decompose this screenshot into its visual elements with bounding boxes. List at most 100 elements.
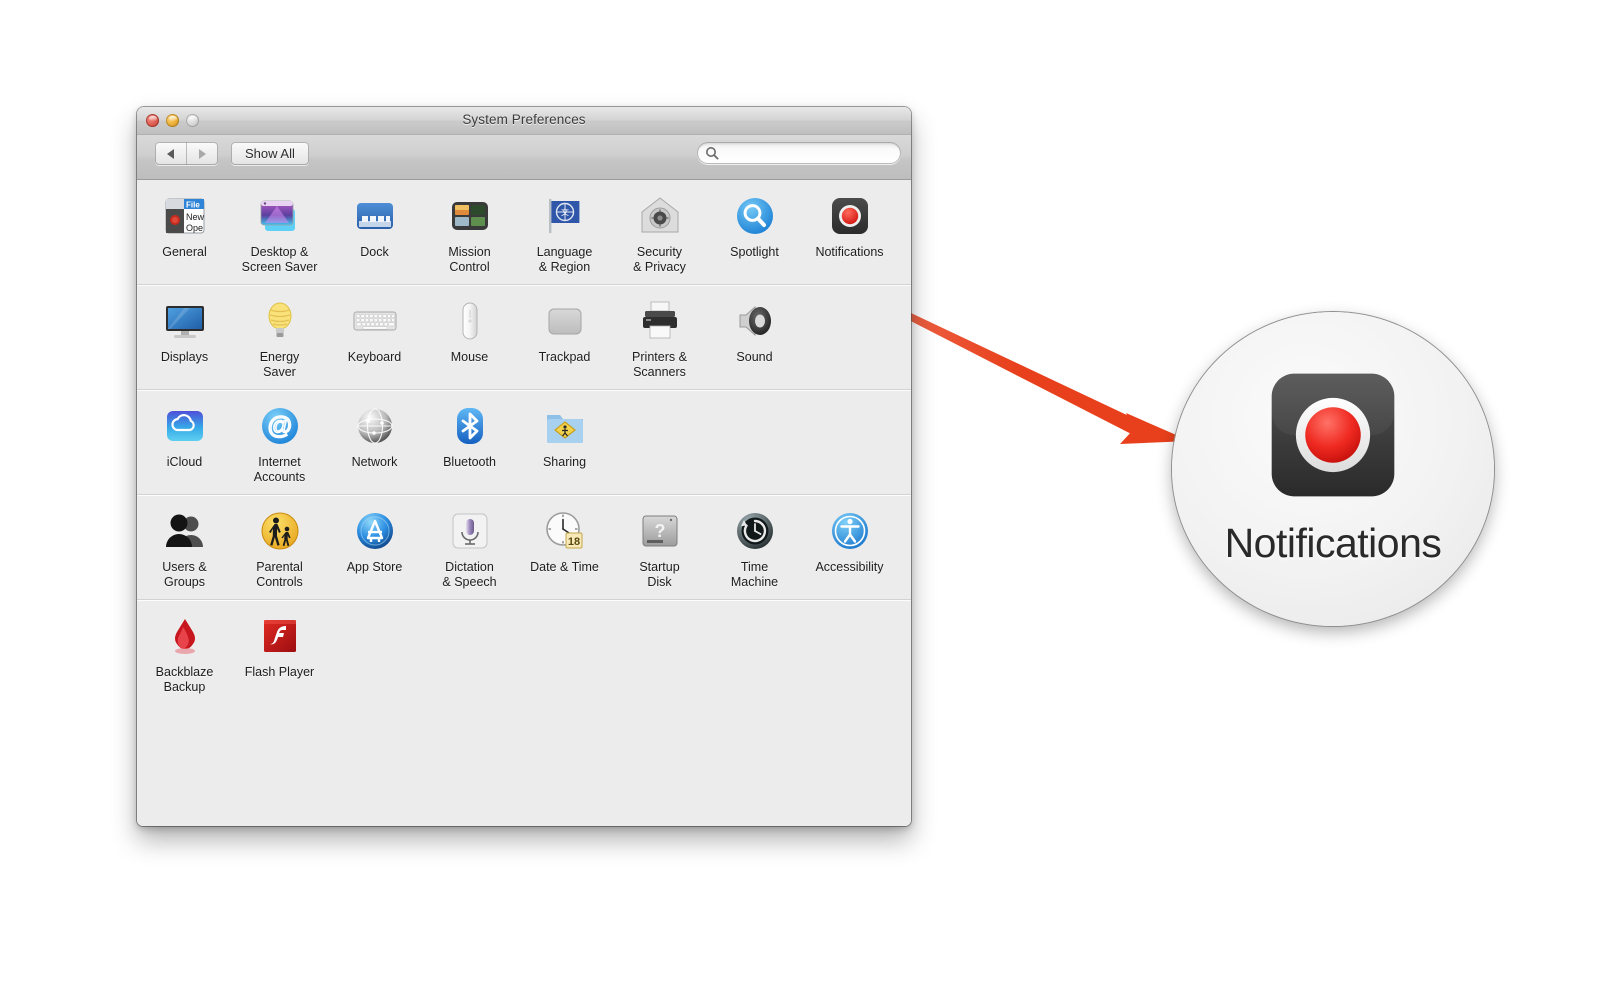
- pane-row: BackblazeBackup Flash Player: [137, 600, 911, 704]
- pane-label: Trackpad: [539, 350, 591, 365]
- svg-text:File: File: [186, 201, 200, 210]
- backblaze-backup-icon: [161, 612, 209, 660]
- sharing-icon: [541, 402, 589, 450]
- pane-label: Notifications: [815, 245, 883, 260]
- pane-label: Language& Region: [537, 245, 593, 274]
- pane-startup-disk[interactable]: ? StartupDisk: [612, 507, 707, 589]
- time-machine-icon: [731, 507, 779, 555]
- pane-desktop-screen-saver[interactable]: Desktop &Screen Saver: [232, 192, 327, 274]
- pane-label: Security& Privacy: [633, 245, 686, 274]
- pane-label: Users &Groups: [162, 560, 206, 589]
- pane-label: EnergySaver: [260, 350, 300, 379]
- chevron-right-icon: [199, 149, 206, 159]
- pane-general[interactable]: File New Ope General: [137, 192, 232, 274]
- icloud-icon: [161, 402, 209, 450]
- search-icon: [705, 146, 719, 160]
- search-field[interactable]: [697, 142, 901, 164]
- startup-disk-icon: ?: [636, 507, 684, 555]
- navigation-buttons: [155, 142, 218, 165]
- flash-player-icon: [256, 612, 304, 660]
- pane-label: iCloud: [167, 455, 202, 470]
- svg-text:18: 18: [567, 536, 579, 548]
- app-store-icon: [351, 507, 399, 555]
- notifications-icon: [1262, 364, 1404, 506]
- pane-label: Dictation& Speech: [442, 560, 496, 589]
- pane-label: App Store: [347, 560, 403, 575]
- displays-icon: [161, 297, 209, 345]
- pane-app-store[interactable]: App Store: [327, 507, 422, 589]
- internet-accounts-icon: @: [256, 402, 304, 450]
- pane-label: MissionControl: [448, 245, 490, 274]
- forward-button[interactable]: [186, 142, 218, 165]
- spotlight-icon: [731, 192, 779, 240]
- svg-text:?: ?: [654, 521, 665, 541]
- pane-notifications[interactable]: Notifications: [802, 192, 897, 274]
- search-input[interactable]: [724, 145, 888, 161]
- pane-label: Network: [352, 455, 398, 470]
- pane-label: Dock: [360, 245, 388, 260]
- pane-label: Displays: [161, 350, 208, 365]
- users-groups-icon: [161, 507, 209, 555]
- page-title: System Preferences: [137, 112, 911, 127]
- window-titlebar: System Preferences: [137, 107, 911, 135]
- pane-label: Bluetooth: [443, 455, 496, 470]
- pane-displays[interactable]: Displays: [137, 297, 232, 379]
- callout-label: Notifications: [1225, 520, 1442, 567]
- pane-label: Printers &Scanners: [632, 350, 687, 379]
- pane-users-groups[interactable]: Users &Groups: [137, 507, 232, 589]
- pane-row: iCloud @ InternetAccounts: [137, 390, 911, 495]
- mission-control-icon: [446, 192, 494, 240]
- sound-icon: [731, 297, 779, 345]
- pane-dictation-speech[interactable]: Dictation& Speech: [422, 507, 517, 589]
- pane-label: TimeMachine: [731, 560, 778, 589]
- dictation-speech-icon: [446, 507, 494, 555]
- pane-backblaze-backup[interactable]: BackblazeBackup: [137, 612, 232, 694]
- pane-accessibility[interactable]: Accessibility: [802, 507, 897, 589]
- printers-scanners-icon: [636, 297, 684, 345]
- svg-text:Ope: Ope: [186, 223, 203, 233]
- pane-flash-player[interactable]: Flash Player: [232, 612, 327, 694]
- chevron-left-icon: [167, 149, 174, 159]
- pane-network[interactable]: Network: [327, 402, 422, 484]
- pane-date-time[interactable]: 18 Date & Time: [517, 507, 612, 589]
- pane-dock[interactable]: Dock: [327, 192, 422, 274]
- show-all-button[interactable]: Show All: [231, 142, 309, 165]
- notifications-icon: [826, 192, 874, 240]
- pane-label: Mouse: [451, 350, 489, 365]
- trackpad-icon: [541, 297, 589, 345]
- back-button[interactable]: [155, 142, 186, 165]
- pane-label: General: [162, 245, 206, 260]
- accessibility-icon: [826, 507, 874, 555]
- pane-parental-controls[interactable]: ParentalControls: [232, 507, 327, 589]
- pane-mouse[interactable]: Mouse: [422, 297, 517, 379]
- pane-trackpad[interactable]: Trackpad: [517, 297, 612, 379]
- pane-label: Spotlight: [730, 245, 779, 260]
- pane-icloud[interactable]: iCloud: [137, 402, 232, 484]
- pane-label: StartupDisk: [639, 560, 679, 589]
- pane-keyboard[interactable]: Keyboard: [327, 297, 422, 379]
- pane-energy-saver[interactable]: EnergySaver: [232, 297, 327, 379]
- pane-security-privacy[interactable]: Security& Privacy: [612, 192, 707, 274]
- pane-internet-accounts[interactable]: @ InternetAccounts: [232, 402, 327, 484]
- date-time-icon: 18: [541, 507, 589, 555]
- desktop-screensaver-icon: [256, 192, 304, 240]
- pane-language-region[interactable]: 文 Language& Region: [517, 192, 612, 274]
- pane-bluetooth[interactable]: Bluetooth: [422, 402, 517, 484]
- pane-sound[interactable]: Sound: [707, 297, 802, 379]
- show-all-label: Show All: [245, 146, 295, 161]
- mouse-icon: [446, 297, 494, 345]
- pane-row: Displays EnergySaver: [137, 285, 911, 390]
- window-toolbar: Show All: [137, 135, 911, 180]
- pane-label: BackblazeBackup: [156, 665, 214, 694]
- magnified-callout: Notifications: [1172, 312, 1494, 626]
- pane-label: Sound: [736, 350, 772, 365]
- pane-label: Keyboard: [348, 350, 402, 365]
- pane-spotlight[interactable]: Spotlight: [707, 192, 802, 274]
- pane-printers-scanners[interactable]: Printers &Scanners: [612, 297, 707, 379]
- pane-row: Users &Groups: [137, 495, 911, 600]
- pane-time-machine[interactable]: TimeMachine: [707, 507, 802, 589]
- pane-sharing[interactable]: Sharing: [517, 402, 612, 484]
- svg-text:文: 文: [561, 207, 569, 217]
- pane-mission-control[interactable]: MissionControl: [422, 192, 517, 274]
- pane-row: File New Ope General: [137, 180, 911, 285]
